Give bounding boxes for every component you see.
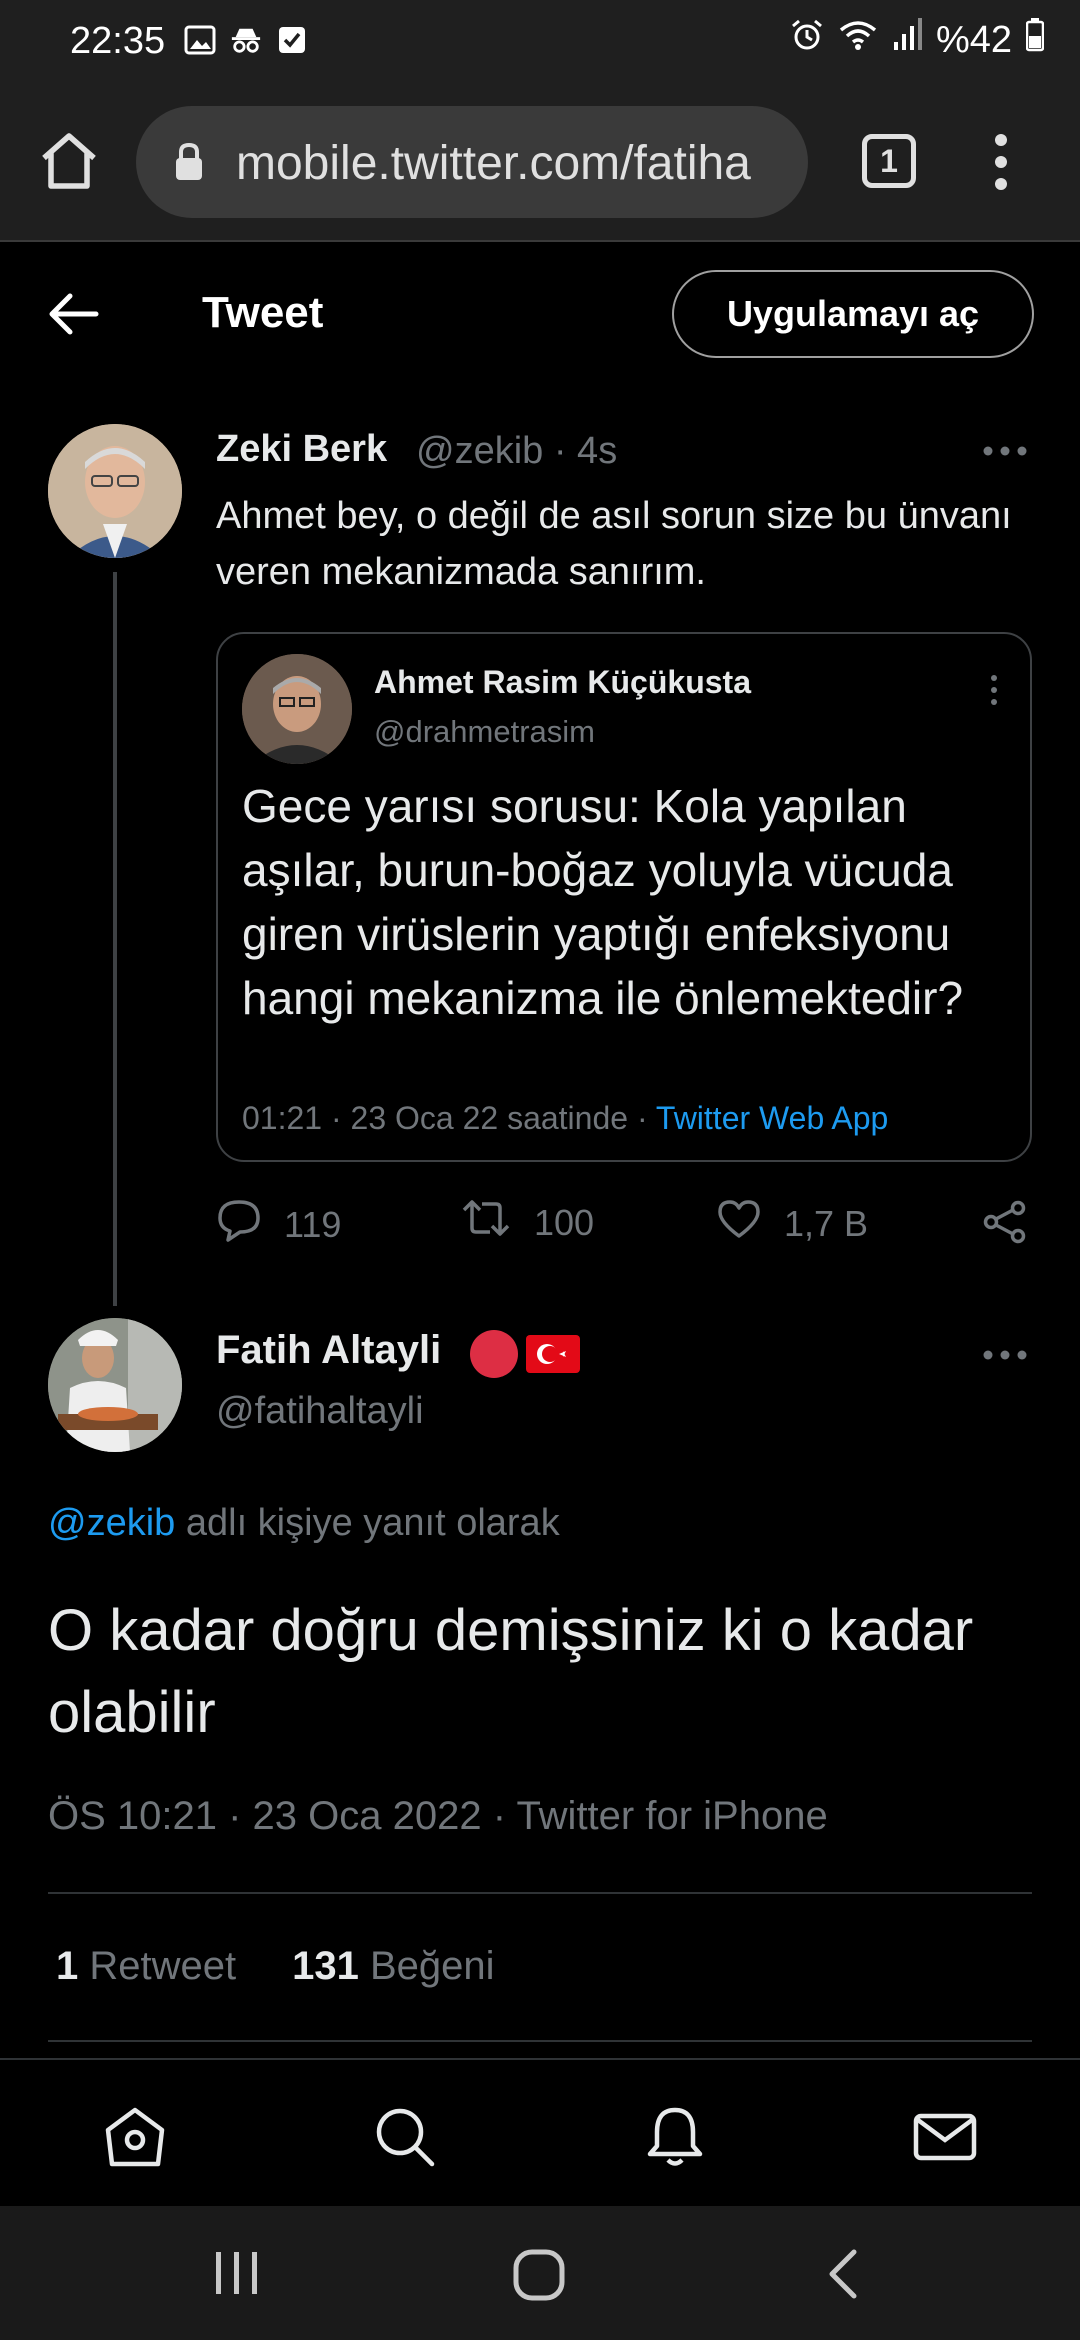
url-bar[interactable]: mobile.twitter.com/fatiha xyxy=(136,106,808,218)
url-text: mobile.twitter.com/fatiha xyxy=(236,137,751,190)
bell-icon[interactable] xyxy=(642,2104,708,2170)
author-handle: @zekib · 4s xyxy=(416,430,618,472)
author-name[interactable]: Fatih Altayli xyxy=(216,1328,441,1373)
like-count: 1,7 B xyxy=(784,1202,869,1244)
wifi-icon xyxy=(838,18,878,62)
reply-icon xyxy=(216,1198,262,1251)
status-right: %42 xyxy=(790,18,1045,62)
open-app-button[interactable]: Uygulamayı aç xyxy=(672,270,1034,358)
quoted-author-name: Ahmet Rasim Küçükusta xyxy=(374,664,751,700)
tweet-text: O kadar doğru demişsiniz ki o kadar olab… xyxy=(48,1598,974,1745)
browser-toolbar: mobile.twitter.com/fatiha 1 xyxy=(0,82,1080,242)
page-title: Tweet xyxy=(202,288,324,337)
avatar[interactable] xyxy=(48,1318,182,1452)
retweet-count: 100 xyxy=(534,1201,595,1243)
avatar xyxy=(242,654,352,764)
replying-to: @zekib adlı kişiye yanıt olarak xyxy=(48,1502,560,1545)
tweet-text: Ahmet bey, o değil de asıl sorun size bu… xyxy=(216,495,1012,593)
like-stat-count: 131 xyxy=(292,1944,359,1988)
browser-menu-icon[interactable] xyxy=(990,130,1012,194)
status-bar: 22:35 %42 xyxy=(0,0,1080,82)
home-circle-icon[interactable] xyxy=(512,2248,566,2307)
retweet-stat-count: 1 xyxy=(56,1944,79,1988)
reply-count: 119 xyxy=(284,1203,342,1245)
home-icon[interactable] xyxy=(102,2104,168,2170)
search-icon[interactable] xyxy=(372,2104,438,2170)
red-circle-icon xyxy=(468,1328,520,1385)
back-chevron-icon[interactable] xyxy=(824,2248,860,2305)
battery-icon xyxy=(1025,18,1045,62)
retweet-stat[interactable]: 1 Retweet xyxy=(56,1944,236,1989)
image-icon xyxy=(184,24,216,56)
more-icon[interactable] xyxy=(982,444,1028,456)
author-handle: @fatihaltayli xyxy=(216,1390,424,1432)
reply-button[interactable]: 119 xyxy=(216,1198,341,1251)
quoted-tweet-meta: 01:21 · 23 Oca 22 saatinde · Twitter Web… xyxy=(242,1100,888,1137)
system-nav-bar xyxy=(0,2206,1080,2340)
thread-line xyxy=(113,572,117,1306)
retweet-icon xyxy=(460,1198,512,1247)
browser-home-icon[interactable] xyxy=(36,128,102,194)
back-arrow-icon[interactable] xyxy=(46,292,102,336)
retweet-button[interactable]: 100 xyxy=(460,1198,594,1247)
author-name[interactable]: Zeki Berk xyxy=(216,428,387,471)
alarm-icon xyxy=(790,18,824,62)
quoted-author-handle: @drahmetrasim xyxy=(374,714,595,749)
quoted-tweet-text: Gece yarısı sorusu: Kola yapılan aşılar,… xyxy=(242,780,964,1024)
recents-icon[interactable] xyxy=(212,2250,262,2301)
quoted-tweet-source-link[interactable]: Twitter Web App xyxy=(656,1100,888,1136)
app-bottom-nav xyxy=(0,2058,1080,2204)
replying-to-suffix: adlı kişiye yanıt olarak xyxy=(175,1502,560,1544)
incognito-icon xyxy=(230,24,262,56)
mail-icon[interactable] xyxy=(912,2104,978,2170)
like-button[interactable]: 1,7 B xyxy=(716,1198,868,1249)
avatar[interactable] xyxy=(48,424,182,558)
divider xyxy=(48,1892,1032,1894)
heart-icon xyxy=(716,1198,762,1249)
quoted-tweet-timestamp: 01:21 · 23 Oca 22 saatinde · xyxy=(242,1100,656,1136)
author-badges xyxy=(468,1328,580,1385)
share-icon xyxy=(982,1200,1028,1253)
share-button[interactable] xyxy=(982,1200,1028,1253)
tab-switcher-button[interactable]: 1 xyxy=(862,134,916,188)
quoted-tweet[interactable]: Ahmet Rasim Küçükusta @drahmetrasim Gece… xyxy=(216,632,1032,1162)
more-icon[interactable] xyxy=(982,1348,1028,1360)
more-vertical-icon[interactable] xyxy=(990,674,998,706)
tweet-stats: 1 Retweet 131 Beğeni xyxy=(56,1944,495,1989)
divider xyxy=(48,2040,1032,2042)
battery-text: %42 xyxy=(935,18,1012,61)
lock-icon xyxy=(174,142,204,187)
status-time: 22:35 xyxy=(70,20,166,62)
tweet-meta: ÖS 10:21 · 23 Oca 2022 · Twitter for iPh… xyxy=(48,1794,828,1838)
signal-icon xyxy=(892,18,922,62)
turkish-flag-icon xyxy=(526,1335,580,1378)
checkbox-icon xyxy=(276,24,308,56)
status-left-icons xyxy=(184,24,308,56)
like-stat[interactable]: 131 Beğeni xyxy=(292,1944,494,1989)
replying-to-link[interactable]: @zekib xyxy=(48,1502,175,1544)
like-stat-label: Beğeni xyxy=(370,1944,495,1988)
retweet-stat-label: Retweet xyxy=(89,1944,237,1988)
